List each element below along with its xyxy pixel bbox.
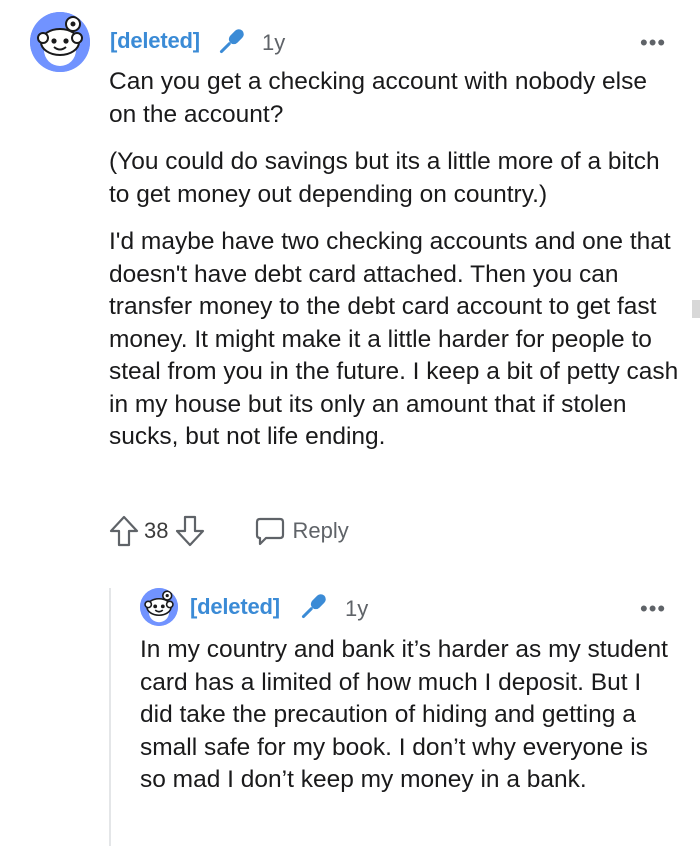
downvote-icon[interactable] (174, 514, 206, 548)
reply-avatar[interactable] (140, 588, 178, 626)
scrollbar-thumb[interactable] (692, 300, 700, 318)
comment-author[interactable]: [deleted] (110, 28, 200, 54)
comment-paragraph: Can you get a checking account with nobo… (109, 68, 647, 128)
reply-author[interactable]: [deleted] (190, 594, 280, 620)
snoo-avatar-icon (30, 12, 90, 72)
comment-paragraph: I'd maybe have two checking accounts and… (109, 228, 679, 450)
vote-count: 38 (144, 518, 169, 543)
more-options-icon[interactable]: ••• (640, 32, 666, 54)
reply-button[interactable]: Reply (254, 515, 349, 547)
comment-age: 1y (262, 30, 286, 55)
comment-body: Can you get a checking account with nobo… (109, 66, 679, 469)
snoo-avatar-icon (140, 588, 178, 626)
reply-label: Reply (292, 518, 349, 543)
microphone-icon (219, 29, 244, 54)
reply-body: In my country and bank it’s harder as my… (140, 636, 668, 793)
comment-actions: 38 Reply (108, 514, 349, 548)
avatar[interactable] (30, 12, 90, 72)
more-options-icon[interactable]: ••• (640, 598, 666, 620)
comment-bubble-icon (256, 517, 285, 546)
upvote-icon[interactable] (108, 514, 140, 548)
reply-age: 1y (345, 596, 369, 621)
comment-paragraph: (You could do savings but its a little m… (109, 148, 660, 208)
thread-line[interactable] (109, 588, 111, 846)
microphone-icon (301, 594, 326, 619)
